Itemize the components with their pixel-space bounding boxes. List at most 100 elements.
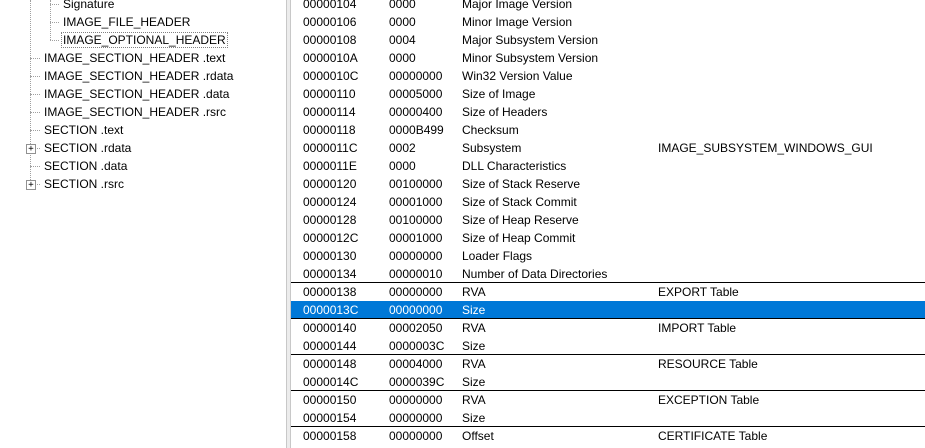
cell-offset: 0000014C [303,375,359,389]
cell-description: RVA [462,321,486,335]
cell-description: Major Image Version [462,0,573,11]
tree-node-label: IMAGE_SECTION_HEADER .rdata [44,69,234,83]
table-row[interactable]: 00000130 00000000 Loader Flags [291,247,925,265]
cell-description: Size of Heap Reserve [462,213,579,227]
table-row[interactable]: 00000138 00000000 RVA EXPORT Table [291,283,925,301]
cell-description: RVA [462,393,486,407]
cell-description: Size of Headers [462,105,548,119]
tree-node-label: SECTION .rsrc [44,177,124,191]
table-row[interactable]: 0000011E 0000 DLL Characteristics [291,157,925,175]
cell-value: CERTIFICATE Table [658,429,768,443]
expand-icon[interactable]: + [26,144,36,154]
tree-node[interactable]: IMAGE_SECTION_HEADER .data [42,85,231,103]
tree-connector [30,58,40,59]
group-divider [291,426,925,427]
tree-node-label: IMAGE_OPTIONAL_HEADER [61,32,228,48]
table-row[interactable]: 0000012C 00001000 Size of Heap Commit [291,229,925,247]
table-row[interactable]: 00000128 00100000 Size of Heap Reserve [291,211,925,229]
cell-data: 00000000 [389,411,443,425]
tree-node-label: Signature [63,0,115,11]
tree-node[interactable]: SECTION .text [42,121,125,139]
tree-node-label: SECTION .text [44,123,124,137]
cell-data: 00000000 [389,285,443,299]
table-row[interactable]: 00000120 00100000 Size of Stack Reserve [291,175,925,193]
cell-offset: 00000150 [303,393,357,407]
tree-node[interactable]: IMAGE_SECTION_HEADER .text [42,49,227,67]
cell-description: Offset [462,429,494,443]
table-row[interactable]: 00000110 00005000 Size of Image [291,85,925,103]
tree-node[interactable]: SECTION .rsrc [42,175,126,193]
cell-data: 00000000 [389,393,443,407]
tree-node-label: SECTION .data [44,159,128,173]
cell-description: Size [462,375,486,389]
cell-data: 00001000 [389,231,443,245]
cell-description: Subsystem [462,141,522,155]
tree-node[interactable]: IMAGE_OPTIONAL_HEADER [61,31,228,49]
cell-data: 00000000 [389,69,443,83]
tree-node-label: IMAGE_FILE_HEADER [63,15,191,29]
cell-offset: 00000134 [303,267,357,281]
table-row[interactable]: 00000108 0004 Major Subsystem Version [291,31,925,49]
tree-connector [50,22,59,23]
table-row[interactable]: 00000154 00000000 Size [291,409,925,427]
cell-data: 0000 [389,15,416,29]
cell-data: 0000 [389,159,416,173]
cell-value: RESOURCE Table [658,357,758,371]
cell-offset: 0000013C [303,303,359,317]
cell-value: IMAGE_SUBSYSTEM_WINDOWS_GUI [658,141,873,155]
cell-value: EXCEPTION Table [658,393,760,407]
cell-offset: 00000158 [303,429,357,443]
tree-connector [30,94,40,95]
expand-icon[interactable]: + [26,180,36,190]
table-row[interactable]: 00000118 0000B499 Checksum [291,121,925,139]
cell-offset: 00000148 [303,357,357,371]
cell-offset: 0000010A [303,51,358,65]
table-row[interactable]: 0000013C 00000000 Size [291,301,925,319]
cell-offset: 00000114 [303,105,356,119]
cell-description: Size of Heap Commit [462,231,576,245]
cell-description: DLL Characteristics [462,159,567,173]
table-row[interactable]: 00000158 00000000 Offset CERTIFICATE Table [291,427,925,445]
table-row[interactable]: 0000011C 0002 Subsystem IMAGE_SUBSYSTEM_WIN… [291,139,925,157]
cell-offset: 0000011E [303,159,357,173]
cell-offset: 00000144 [303,339,357,353]
table-row[interactable]: 00000140 00002050 RVA IMPORT Table [291,319,925,337]
cell-data: 0002 [389,141,416,155]
cell-description: Size [462,303,486,317]
cell-description: Size [462,339,486,353]
table-row[interactable]: 00000106 0000 Minor Image Version [291,13,925,31]
structure-tree[interactable]: Signature IMAGE_FILE_HEADER IMAGE_OPTIONAL… [0,0,286,448]
tree-node[interactable]: SECTION .data [42,157,129,175]
cell-offset: 00000108 [303,33,357,47]
tree-node[interactable]: Signature [61,0,116,13]
tree-node[interactable]: SECTION .rdata [42,139,133,157]
table-row[interactable]: 0000014C 0000039C Size [291,373,925,391]
cell-data: 00002050 [389,321,443,335]
tree-node[interactable]: IMAGE_SECTION_HEADER .rsrc [42,103,228,121]
table-row[interactable]: 00000150 00000000 RVA EXCEPTION Table [291,391,925,409]
tree-connector [50,4,59,5]
table-row[interactable]: 0000010C 00000000 Win32 Version Value [291,67,925,85]
cell-description: Size of Stack Reserve [462,177,581,191]
tree-node[interactable]: IMAGE_FILE_HEADER [61,13,192,31]
tree-node[interactable]: IMAGE_SECTION_HEADER .rdata [42,67,235,85]
table-row[interactable]: 0000010A 0000 Minor Subsystem Version [291,49,925,67]
table-row[interactable]: 00000144 0000003C Size [291,337,925,355]
table-row[interactable]: 00000124 00001000 Size of Stack Commit [291,193,925,211]
cell-offset: 00000140 [303,321,357,335]
table-row[interactable]: 00000148 00004000 RVA RESOURCE Table [291,355,925,373]
cell-description: Minor Image Version [462,15,573,29]
tree-connector [30,130,40,131]
table-row[interactable]: 00000134 00000010 Number of Data Directori… [291,265,925,283]
cell-data: 0000 [389,51,416,65]
tree-connector [50,40,59,41]
group-divider [291,282,925,283]
tree-node-label: IMAGE_SECTION_HEADER .rsrc [44,105,227,119]
table-row[interactable]: 00000104 0000 Major Image Version [291,0,925,13]
cell-offset: 0000012C [303,231,359,245]
tree-connector [30,0,31,184]
field-grid[interactable]: 00000104 0000 Major Image Version 00000106 0… [291,0,925,448]
table-row[interactable]: 00000114 00000400 Size of Headers [291,103,925,121]
cell-offset: 00000110 [303,87,356,101]
group-divider [291,354,925,355]
